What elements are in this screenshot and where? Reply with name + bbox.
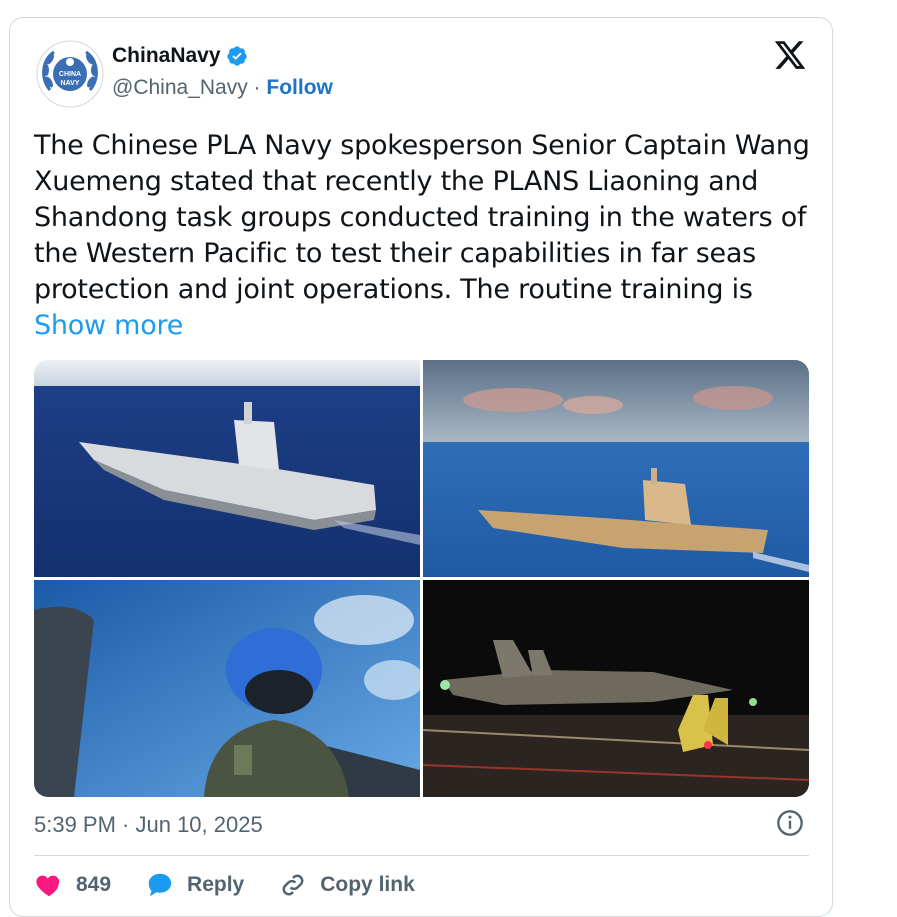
avatar[interactable]: CHINA NAVY [36,40,104,108]
like-count: 849 [76,873,112,896]
carrier-photo-1[interactable] [34,360,420,577]
carrier-photo-2[interactable] [423,360,809,577]
follow-button[interactable]: Follow [266,76,333,99]
copy-link-button[interactable]: Copy link [278,870,415,900]
verified-badge-icon [226,46,247,66]
display-name[interactable]: ChinaNavy [112,44,221,68]
pilot-cockpit-photo[interactable] [34,580,420,797]
night-deck-photo[interactable] [423,580,809,797]
media-grid [34,360,809,797]
name-row: ChinaNavy [112,42,248,70]
handle-row: @China_Navy · Follow [112,76,333,100]
copy-link-label: Copy link [320,873,415,896]
reply-button[interactable]: Reply [145,870,244,900]
divider [34,855,809,856]
link-icon [282,874,304,896]
tweet-text: The Chinese PLA Navy spokesperson Senior… [34,128,824,344]
tweet-body: The Chinese PLA Navy spokesperson Senior… [34,130,810,305]
show-more-link[interactable]: Show more [34,310,183,341]
info-icon[interactable] [776,809,804,837]
avatar-text-bottom: NAVY [61,80,80,87]
separator: · [247,76,267,99]
reply-bubble-icon [148,873,172,897]
avatar-text-top: CHINA [59,71,81,78]
x-logo-icon[interactable] [772,38,808,72]
handle[interactable]: @China_Navy [112,76,248,99]
heart-icon [36,875,60,897]
like-button[interactable]: 849 [34,870,111,900]
action-bar: 849 Reply Copy link [34,870,449,900]
reply-label: Reply [187,873,245,896]
timestamp[interactable]: 5:39 PM · Jun 10, 2025 [34,812,263,838]
